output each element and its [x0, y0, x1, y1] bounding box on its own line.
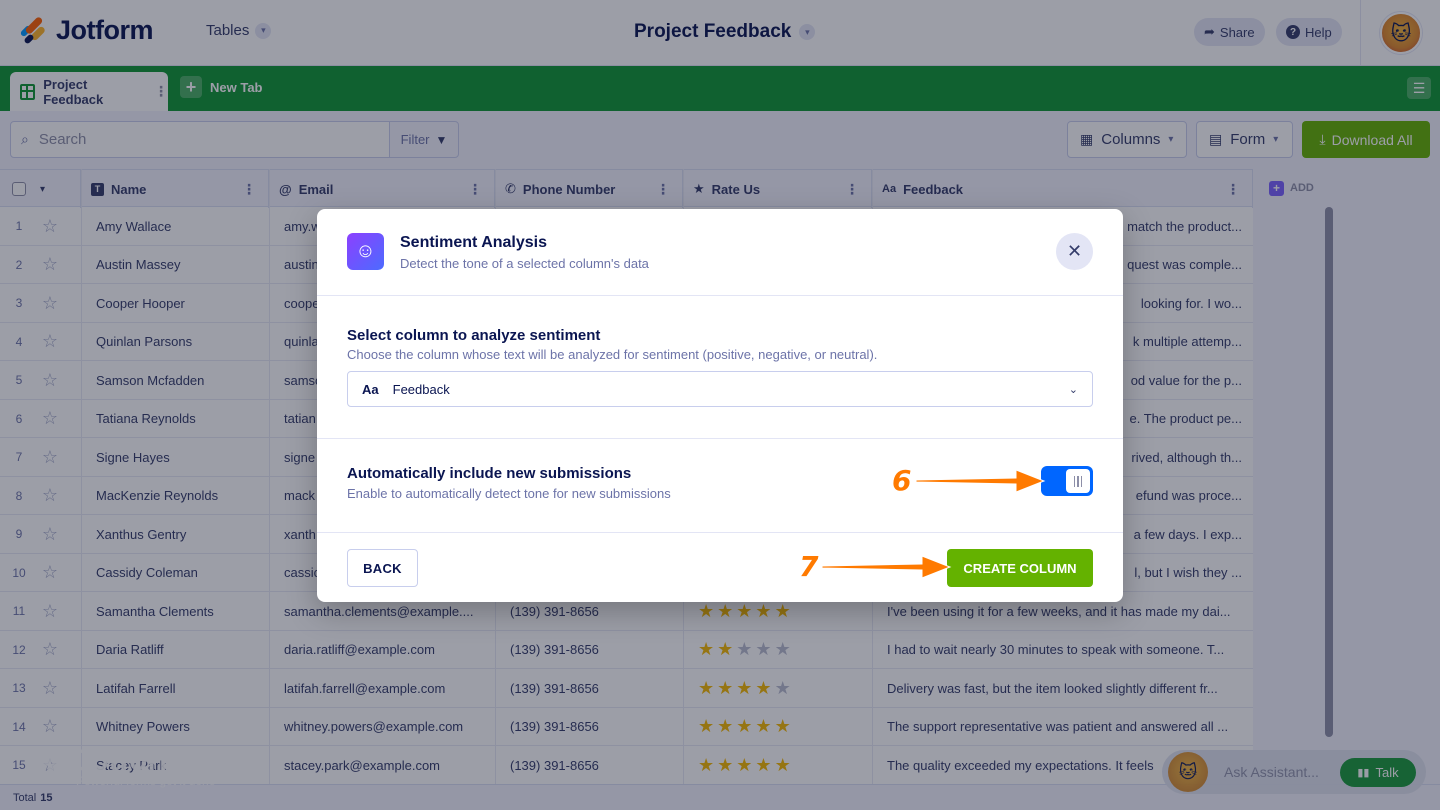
modal-subtitle: Detect the tone of a selected column's d… — [400, 256, 649, 271]
sentiment-analysis-modal: ☺ Sentiment Analysis Detect the tone of … — [317, 209, 1123, 602]
back-button[interactable]: BACK — [347, 549, 418, 587]
toggle-knob — [1066, 469, 1090, 493]
modal-header: ☺ Sentiment Analysis Detect the tone of … — [317, 209, 1123, 296]
select-section-title: Select column to analyze sentiment — [347, 327, 601, 344]
annotation-step-6: 6 — [892, 464, 912, 497]
close-icon: ✕ — [1066, 241, 1083, 261]
annotation-step-7: 7 — [799, 550, 819, 583]
close-button[interactable]: ✕ — [1056, 233, 1093, 270]
modal-footer: BACK CREATE COLUMN — [317, 533, 1123, 602]
selected-column: Feedback — [392, 381, 450, 397]
modal-title: Sentiment Analysis — [400, 234, 548, 251]
annotation-arrow-6 — [915, 469, 1046, 493]
create-column-button[interactable]: CREATE COLUMN — [947, 549, 1093, 587]
select-section-desc: Choose the column whose text will be ana… — [347, 347, 878, 362]
column-select-section: Select column to analyze sentiment Choos… — [317, 296, 1123, 439]
auto-include-title: Automatically include new submissions — [347, 465, 632, 482]
chevron-down-icon: ⌄ — [1068, 383, 1078, 396]
smiley-sparkle-icon: ☺ — [347, 233, 384, 270]
auto-include-toggle[interactable] — [1041, 466, 1093, 496]
auto-include-desc: Enable to automatically detect tone for … — [347, 486, 671, 501]
annotation-arrow-7 — [821, 555, 952, 579]
text-aa-icon: Aa — [362, 381, 379, 397]
column-select-dropdown[interactable]: Aa Feedback ⌄ — [347, 371, 1093, 407]
